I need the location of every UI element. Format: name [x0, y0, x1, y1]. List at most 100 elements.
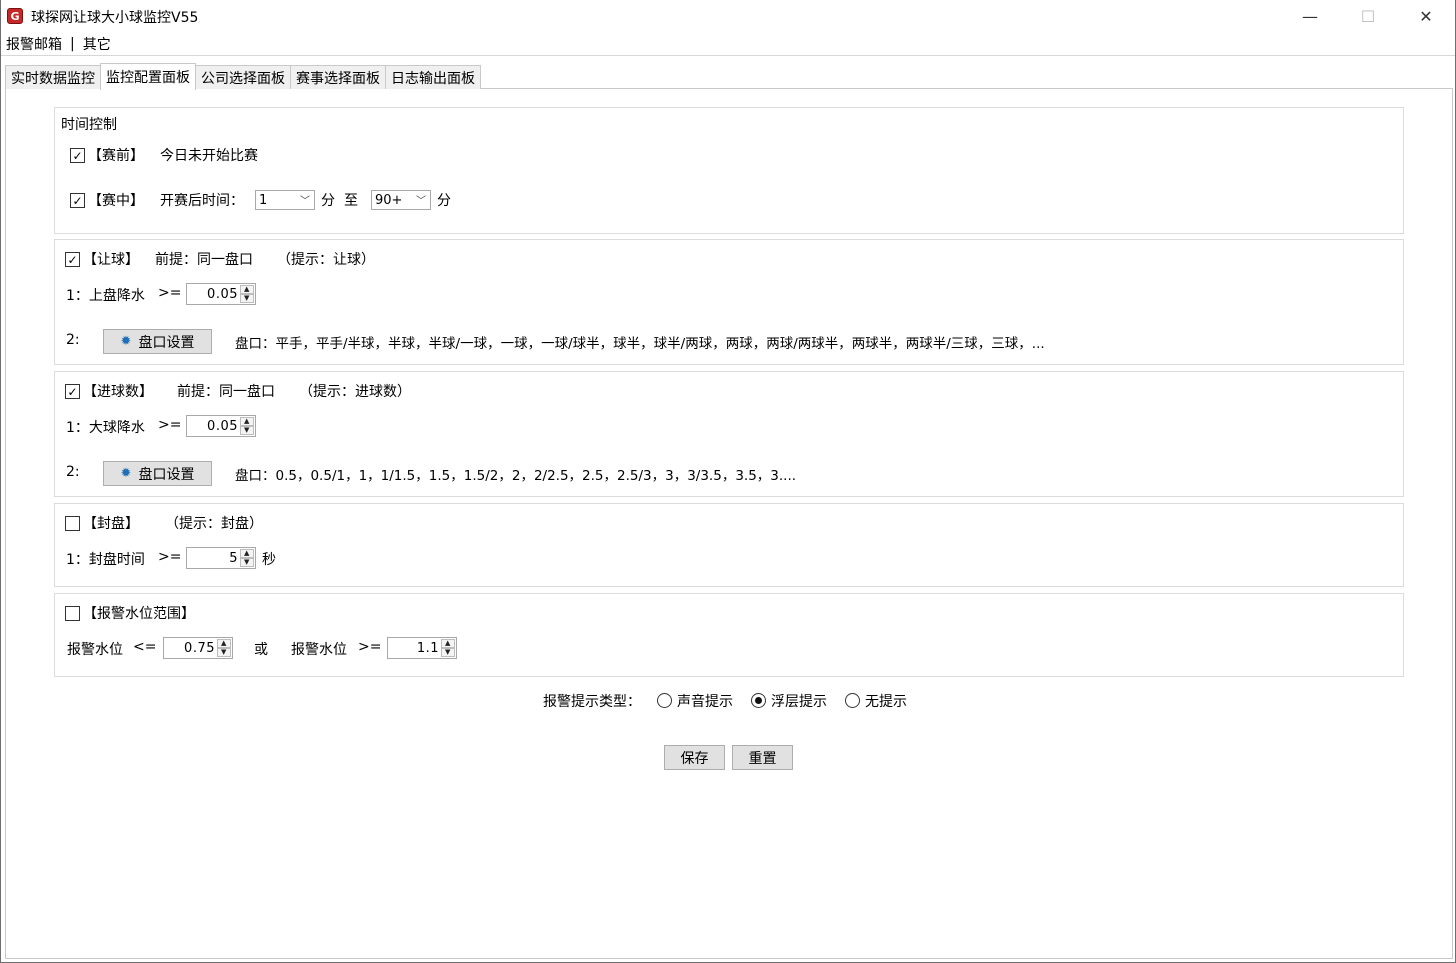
inplay-from-value: 1: [259, 192, 268, 208]
closing-time-stepper[interactable]: 5 ▲ ▼: [186, 547, 256, 569]
tab-company-select[interactable]: 公司选择面板: [195, 65, 291, 89]
goals-lines: 盘口：0.5，0.5/1，1，1/1.5，1.5，1.5/2，2，2/2.5，2…: [235, 468, 797, 484]
tab-realtime-monitor[interactable]: 实时数据监控: [5, 65, 101, 89]
goals-settings-button[interactable]: ✹ 盘口设置: [103, 461, 212, 486]
goals-panel: ✓ 【进球数】 前提：同一盘口 （提示：进球数） 1：大球降水 >= 0.05 …: [54, 371, 1404, 497]
tab-log-output[interactable]: 日志输出面板: [385, 65, 481, 89]
minimize-button[interactable]: —: [1281, 0, 1339, 32]
arrow-down-icon[interactable]: ▼: [217, 648, 231, 657]
goals-label: 【进球数】: [83, 384, 153, 400]
alert-type-label: 报警提示类型：: [543, 694, 641, 710]
spin-arrows[interactable]: ▲ ▼: [240, 549, 254, 567]
inplay-label: 【赛中】: [88, 193, 144, 209]
window-title: 球探网让球大小球监控V55: [31, 10, 199, 26]
close-button[interactable]: ✕: [1397, 0, 1455, 32]
closing-row1-label: 1：封盘时间: [66, 552, 145, 568]
arrow-down-icon[interactable]: ▼: [240, 558, 254, 567]
alarm-low-stepper[interactable]: 0.75 ▲ ▼: [163, 637, 233, 659]
closing-checkbox[interactable]: [65, 516, 80, 531]
menu-separator: |: [70, 35, 75, 52]
reset-button[interactable]: 重置: [732, 745, 793, 770]
app-logo-icon: G: [7, 8, 23, 24]
closing-unit: 秒: [262, 552, 276, 568]
handicap-row1-op: >=: [158, 285, 182, 301]
handicap-settings-button[interactable]: ✹ 盘口设置: [103, 329, 212, 354]
goals-row1-op: >=: [158, 417, 182, 433]
alert-overlay-label[interactable]: 浮层提示: [771, 691, 827, 711]
prematch-label: 【赛前】: [88, 148, 144, 164]
arrow-up-icon[interactable]: ▲: [240, 549, 254, 558]
alert-overlay-radio[interactable]: [751, 693, 766, 708]
handicap-label: 【让球】: [83, 252, 139, 268]
closing-row1-op: >=: [158, 549, 182, 565]
arrow-up-icon[interactable]: ▲: [240, 417, 254, 426]
alarm-high-op: >=: [358, 639, 382, 655]
alarm-range-checkbox[interactable]: [65, 606, 80, 621]
handicap-drop-value: 0.05: [207, 286, 238, 302]
gear-icon: ✹: [120, 333, 132, 349]
alarm-range-panel: 【报警水位范围】 报警水位 <= 0.75 ▲ ▼ 或 报警水位 >= 1.1 ▲…: [54, 593, 1404, 677]
time-control-heading: 时间控制: [61, 117, 117, 133]
alert-sound-radio[interactable]: [657, 693, 672, 708]
alarm-high-stepper[interactable]: 1.1 ▲ ▼: [387, 637, 457, 659]
handicap-settings-label: 盘口设置: [138, 334, 195, 351]
spin-arrows[interactable]: ▲ ▼: [441, 639, 455, 657]
alarm-high-value: 1.1: [416, 640, 439, 656]
alert-none-label[interactable]: 无提示: [865, 691, 907, 711]
goals-hint: （提示：进球数）: [299, 384, 411, 400]
goals-row2-label: 2:: [66, 464, 80, 480]
handicap-hint: （提示：让球）: [277, 252, 375, 268]
inplay-to-select[interactable]: 90+ ﹀: [371, 190, 431, 210]
goals-premise: 前提：同一盘口: [177, 384, 275, 400]
handicap-row1-label: 1：上盘降水: [66, 288, 145, 304]
spin-arrows[interactable]: ▲ ▼: [240, 417, 254, 435]
chevron-down-icon: ﹀: [300, 196, 310, 207]
inplay-to-value: 90+: [375, 192, 403, 208]
prematch-desc: 今日未开始比赛: [160, 148, 258, 164]
goals-settings-label: 盘口设置: [138, 466, 195, 483]
alarm-low-label: 报警水位: [67, 642, 123, 658]
alert-none-radio[interactable]: [845, 693, 860, 708]
handicap-premise: 前提：同一盘口: [155, 252, 253, 268]
handicap-row2-label: 2:: [66, 332, 80, 348]
tab-match-select[interactable]: 赛事选择面板: [290, 65, 386, 89]
closing-time-value: 5: [229, 550, 238, 566]
time-control-panel: 时间控制 ✓ 【赛前】 今日未开始比赛 ✓ 【赛中】 开赛后时间： 1 ﹀ 分 …: [54, 107, 1404, 234]
inplay-prefix: 开赛后时间：: [160, 193, 244, 209]
alarm-high-label: 报警水位: [291, 642, 347, 658]
save-button[interactable]: 保存: [664, 745, 725, 770]
tab-monitor-config[interactable]: 监控配置面板: [100, 63, 196, 90]
tab-strip: 实时数据监控 监控配置面板 公司选择面板 赛事选择面板 日志输出面板: [5, 63, 481, 90]
spin-arrows[interactable]: ▲ ▼: [217, 639, 231, 657]
maximize-button[interactable]: ☐: [1339, 0, 1397, 32]
inplay-to-word: 至: [344, 193, 358, 209]
arrow-up-icon[interactable]: ▲: [240, 285, 254, 294]
handicap-panel: ✓ 【让球】 前提：同一盘口 （提示：让球） 1：上盘降水 >= 0.05 ▲ ▼…: [54, 239, 1404, 365]
alarm-low-value: 0.75: [184, 640, 215, 656]
inplay-from-select[interactable]: 1 ﹀: [255, 190, 315, 210]
arrow-down-icon[interactable]: ▼: [240, 294, 254, 303]
alarm-or-word: 或: [254, 642, 268, 658]
alert-sound-label[interactable]: 声音提示: [677, 691, 733, 711]
goals-drop-stepper[interactable]: 0.05 ▲ ▼: [186, 415, 256, 437]
arrow-down-icon[interactable]: ▼: [240, 426, 254, 435]
alarm-low-op: <=: [133, 639, 157, 655]
menu-bar: 报警邮箱 | 其它: [1, 32, 1455, 56]
goals-checkbox[interactable]: ✓: [65, 384, 80, 399]
closing-label: 【封盘】: [83, 516, 139, 532]
handicap-drop-stepper[interactable]: 0.05 ▲ ▼: [186, 283, 256, 305]
inplay-unit-1: 分: [321, 193, 335, 209]
arrow-up-icon[interactable]: ▲: [217, 639, 231, 648]
arrow-down-icon[interactable]: ▼: [441, 648, 455, 657]
goals-row1-label: 1：大球降水: [66, 420, 145, 436]
prematch-checkbox[interactable]: ✓: [70, 148, 85, 163]
goals-drop-value: 0.05: [207, 418, 238, 434]
spin-arrows[interactable]: ▲ ▼: [240, 285, 254, 303]
app-window: G 球探网让球大小球监控V55 — ☐ ✕ 报警邮箱 | 其它 实时数据监控 监…: [0, 0, 1456, 963]
menu-alarm-email[interactable]: 报警邮箱: [6, 34, 62, 54]
closing-hint: （提示：封盘）: [165, 516, 263, 532]
inplay-checkbox[interactable]: ✓: [70, 193, 85, 208]
arrow-up-icon[interactable]: ▲: [441, 639, 455, 648]
handicap-checkbox[interactable]: ✓: [65, 252, 80, 267]
menu-other[interactable]: 其它: [83, 34, 111, 54]
